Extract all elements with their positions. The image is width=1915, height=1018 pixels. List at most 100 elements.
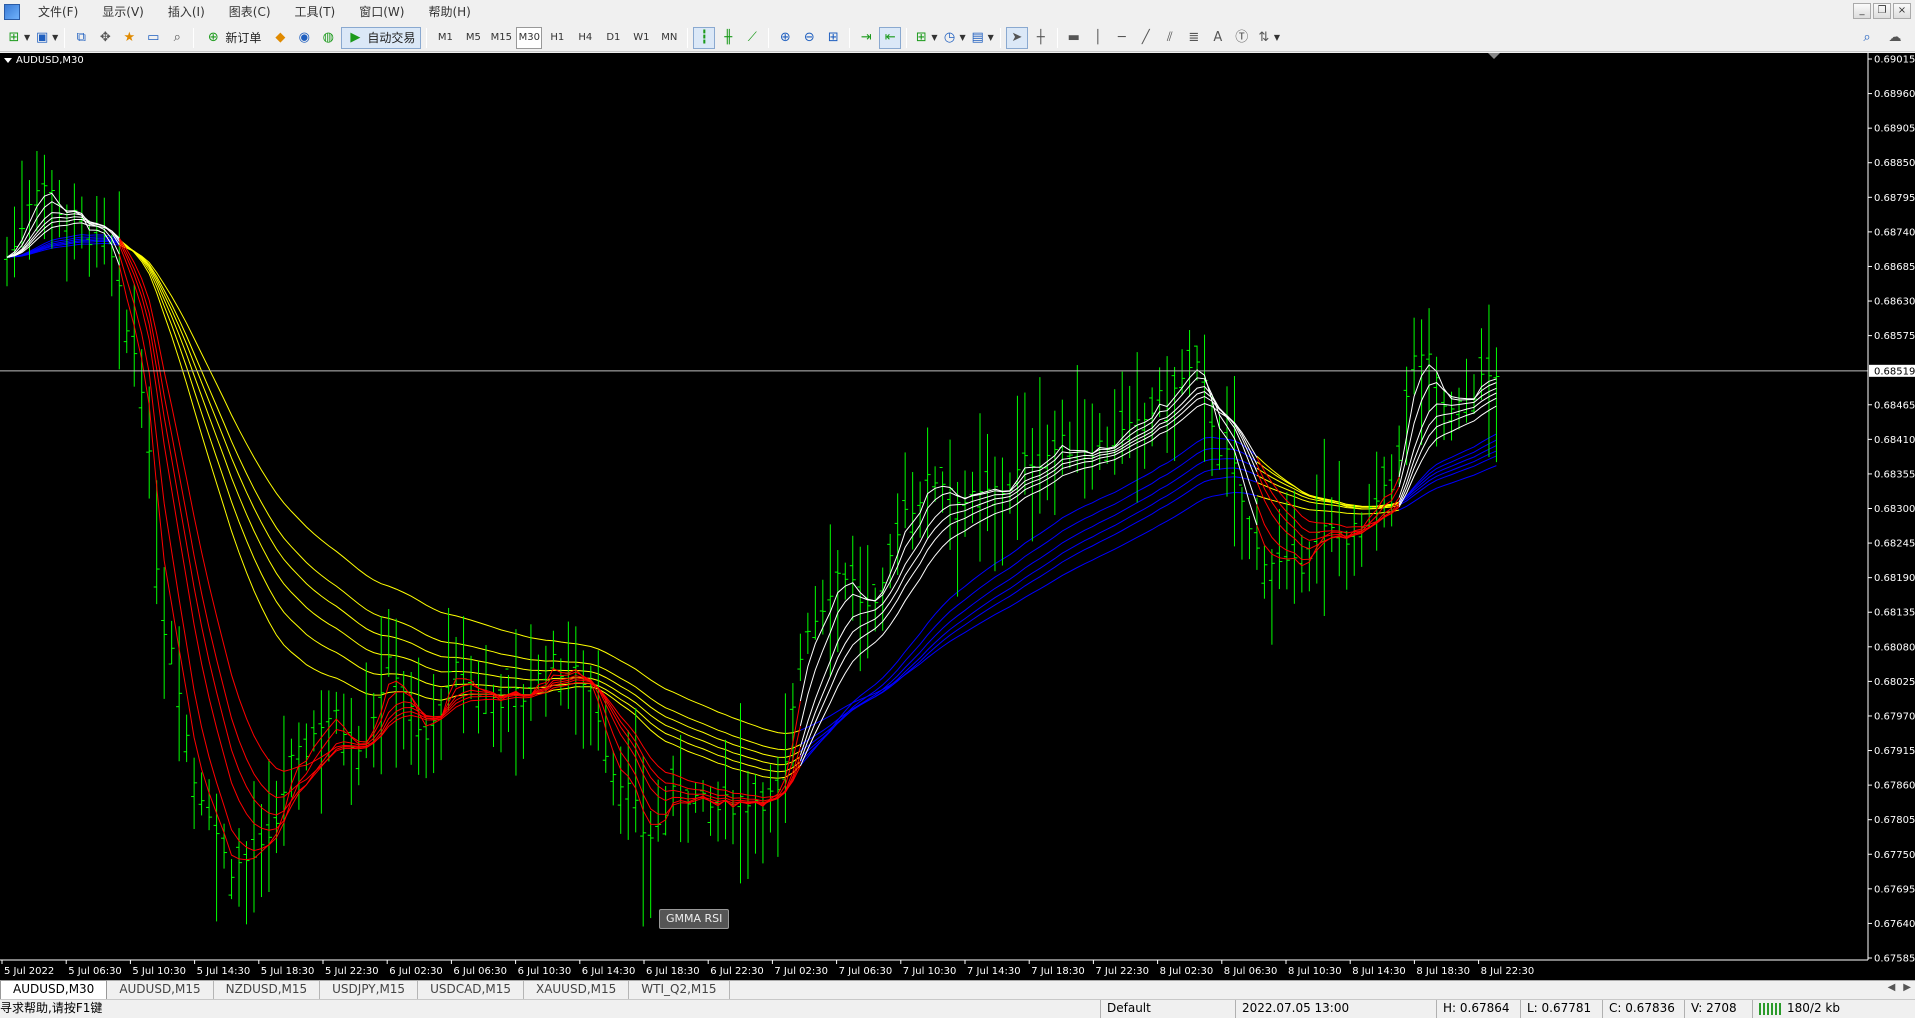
menu-view[interactable]: 显示(V): [90, 0, 156, 24]
price-chart[interactable]: 0.69015 0.68960 0.68905 0.68850 0.68795 0.687…: [0, 53, 1915, 980]
close-icon[interactable]: ×: [1893, 3, 1911, 19]
menu-file[interactable]: 文件(F): [26, 0, 90, 24]
toolbar-separator: [64, 27, 66, 48]
metaeditor-button[interactable]: ◆: [269, 27, 291, 49]
signals-button[interactable]: ◉: [293, 27, 315, 49]
trendline-button[interactable]: ╱: [1135, 27, 1157, 49]
strategy-tester-button[interactable]: ⌕: [166, 27, 188, 49]
arrows-tool-button[interactable]: ⇅ ▼: [1255, 27, 1281, 49]
timeframe-m15[interactable]: M15: [488, 27, 514, 49]
toolbar-separator: [687, 27, 689, 48]
toolbar-separator: [426, 27, 428, 48]
window-controls: _ ❐ ×: [1853, 3, 1911, 19]
tab-nzdusd-m15[interactable]: NZDUSD,M15: [214, 981, 321, 999]
time-tick-label: 8 Jul 18:30: [1416, 966, 1470, 977]
cursor-tool-button[interactable]: ➤: [1005, 26, 1028, 49]
time-tick-label: 5 Jul 14:30: [197, 966, 251, 977]
price-tick-label: 0.68465: [1874, 400, 1915, 411]
time-tick-label: 5 Jul 18:30: [261, 966, 315, 977]
timeframe-h4[interactable]: H4: [572, 27, 598, 49]
time-tick-label: 7 Jul 10:30: [903, 966, 957, 977]
new-order-button[interactable]: ⊕ 新订单: [199, 27, 267, 49]
time-tick-label: 7 Jul 06:30: [839, 966, 893, 977]
new-chart-button[interactable]: ⊞ ▼: [5, 27, 31, 49]
tab-usdjpy-m15[interactable]: USDJPY,M15: [320, 981, 419, 999]
minimize-icon[interactable]: _: [1853, 3, 1871, 19]
vertical-line-icon: │: [1093, 29, 1102, 45]
zoom-in-button[interactable]: ⊕: [774, 27, 796, 49]
data-window-button[interactable]: ✥: [94, 27, 116, 49]
menu-charts[interactable]: 图表(C): [217, 0, 283, 24]
restore-icon[interactable]: ❐: [1873, 3, 1891, 19]
text-label-button[interactable]: Ⓣ: [1231, 27, 1253, 49]
terminal-button[interactable]: ▭: [142, 27, 164, 49]
channel-tool-button[interactable]: ⫽: [1159, 27, 1181, 49]
text-tool-button[interactable]: A: [1207, 27, 1229, 49]
indicators-button[interactable]: ⊞ ▼: [912, 27, 938, 49]
gmma-rsi-button[interactable]: GMMA RSI: [659, 909, 730, 929]
auto-trading-label: 自动交易: [367, 31, 416, 45]
timeframe-mn[interactable]: MN: [656, 27, 682, 49]
chart-shift-button[interactable]: ⇤: [879, 26, 902, 49]
zoom-out-button[interactable]: ⊖: [798, 27, 820, 49]
globe-icon: ◍: [322, 29, 334, 45]
crosshair-tool-button[interactable]: ┼: [1030, 27, 1052, 49]
time-tick-label: 8 Jul 22:30: [1481, 966, 1535, 977]
price-tick-label: 0.67915: [1874, 746, 1915, 757]
price-tick-label: 0.68905: [1874, 124, 1915, 135]
market-watch-button[interactable]: ⧉: [70, 27, 92, 49]
fibonacci-tool-button[interactable]: ≣: [1183, 27, 1205, 49]
price-tick-label: 0.68135: [1874, 608, 1915, 619]
bar-chart-button[interactable]: ┇: [693, 26, 716, 49]
chevron-down-icon: ▼: [959, 33, 966, 42]
status-datetime: 2022.07.05 13:00: [1235, 1000, 1355, 1018]
star-icon: ★: [123, 29, 136, 45]
text-label-icon: Ⓣ: [1235, 29, 1249, 45]
menu-insert[interactable]: 插入(I): [156, 0, 217, 24]
bar-chart-icon: ┇: [700, 29, 709, 45]
timeframe-m30[interactable]: M30: [516, 26, 543, 49]
price-tick-label: 0.68080: [1874, 642, 1915, 653]
menu-help[interactable]: 帮助(H): [416, 0, 482, 24]
rectangle-tool-button[interactable]: ▬: [1063, 27, 1085, 49]
price-tick-label: 0.68245: [1874, 539, 1915, 550]
tab-audusd-m30[interactable]: AUDUSD,M30: [0, 980, 108, 999]
tab-wti-q2-m15[interactable]: WTI_Q2,M15: [629, 981, 730, 999]
chart-window[interactable]: 0.69015 0.68960 0.68905 0.68850 0.68795 0.687…: [0, 53, 1915, 980]
timeframe-m1[interactable]: M1: [432, 27, 458, 49]
navigator-button[interactable]: ★: [118, 27, 140, 49]
line-chart-button[interactable]: ⟋: [741, 27, 763, 49]
chevron-right-icon[interactable]: ▶: [1903, 982, 1911, 993]
chart-symbol-label: AUDUSD,M30: [4, 55, 84, 66]
status-low: L: 0.67781: [1520, 1000, 1602, 1018]
price-tick-label: 0.68685: [1874, 262, 1915, 273]
diamond-icon: ◆: [275, 29, 286, 45]
periods-button[interactable]: ◷ ▼: [941, 27, 967, 49]
price-tick-label: 0.68410: [1874, 435, 1915, 446]
timeframe-h1[interactable]: H1: [544, 27, 570, 49]
candlestick-chart-button[interactable]: ╫: [717, 27, 739, 49]
tab-audusd-m15[interactable]: AUDUSD,M15: [107, 981, 214, 999]
price-tick-label: 0.67640: [1874, 919, 1915, 930]
timeframe-m5[interactable]: M5: [460, 27, 486, 49]
chevron-left-icon[interactable]: ◀: [1888, 982, 1896, 993]
auto-scroll-button[interactable]: ⇥: [855, 27, 877, 49]
horizontal-line-button[interactable]: ─: [1111, 27, 1133, 49]
search-button[interactable]: ⌕: [1856, 27, 1878, 49]
price-tick-label: 0.68519: [1874, 366, 1915, 377]
market-button[interactable]: ◍: [317, 27, 339, 49]
profiles-button[interactable]: ▣ ▼: [33, 27, 59, 49]
menu-tools[interactable]: 工具(T): [283, 0, 348, 24]
tab-xauusd-m15[interactable]: XAUUSD,M15: [524, 981, 630, 999]
tile-windows-button[interactable]: ⊞: [822, 27, 844, 49]
chat-button[interactable]: ☁: [1884, 27, 1906, 49]
vertical-line-button[interactable]: │: [1087, 27, 1109, 49]
time-tick-label: 8 Jul 06:30: [1224, 966, 1278, 977]
chart-tab-bar: AUDUSD,M30 AUDUSD,M15 NZDUSD,M15 USDJPY,…: [0, 980, 1915, 999]
timeframe-w1[interactable]: W1: [628, 27, 654, 49]
auto-trading-button[interactable]: ▶ 自动交易: [341, 26, 422, 49]
menu-window[interactable]: 窗口(W): [347, 0, 416, 24]
tab-usdcad-m15[interactable]: USDCAD,M15: [418, 981, 524, 999]
timeframe-d1[interactable]: D1: [600, 27, 626, 49]
templates-button[interactable]: ▤ ▼: [969, 27, 995, 49]
